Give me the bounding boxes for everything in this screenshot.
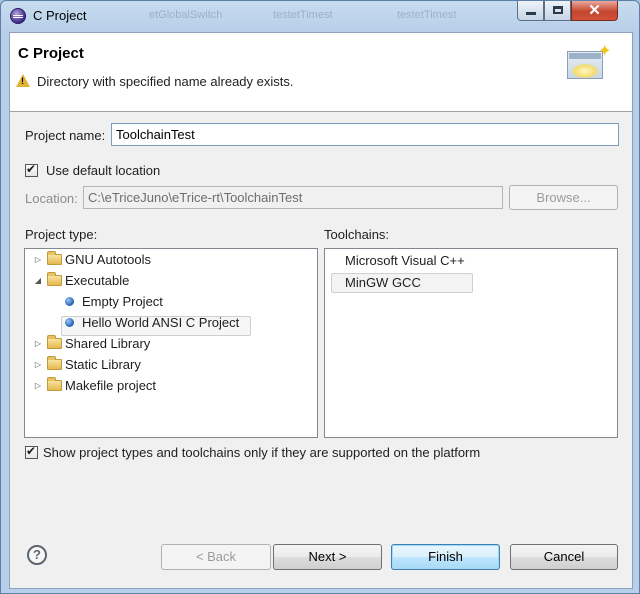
tree-item-static-library[interactable]: ▷ Static Library — [25, 355, 315, 375]
close-icon: ✕ — [588, 2, 601, 19]
filter-supported-checkbox[interactable] — [25, 444, 38, 459]
folder-icon — [47, 335, 62, 349]
tree-item-hello-world[interactable]: Hello World ANSI C Project — [25, 313, 315, 333]
expand-icon[interactable]: ▷ — [33, 250, 43, 270]
toolchain-item-mingw[interactable]: MinGW GCC — [345, 273, 421, 293]
finish-button[interactable]: Finish — [391, 544, 500, 570]
toolchain-item-msvc[interactable]: Microsoft Visual C++ — [345, 251, 465, 271]
minimize-icon — [526, 12, 536, 15]
tree-item-label: Hello World ANSI C Project — [82, 315, 240, 330]
browse-button[interactable]: Browse... — [509, 185, 618, 210]
help-icon[interactable]: ? — [27, 545, 47, 565]
warning-icon: ! — [16, 74, 30, 87]
folder-icon — [47, 377, 62, 391]
tree-item-label: Makefile project — [65, 378, 157, 393]
location-label: Location: — [25, 191, 78, 206]
expand-icon[interactable]: ▷ — [33, 355, 43, 375]
tree-item-label: Empty Project — [82, 294, 163, 309]
project-type-tree[interactable]: ▷ GNU Autotools ◢ Executable Empty Proje… — [24, 248, 318, 438]
tree-item-shared-library[interactable]: ▷ Shared Library — [25, 334, 315, 354]
location-input[interactable] — [83, 186, 503, 209]
project-type-label: Project type: — [25, 227, 98, 242]
page-title: C Project — [18, 45, 84, 62]
tree-item-label: Shared Library — [65, 336, 151, 351]
wizard-banner-icon: ✦ — [567, 43, 611, 83]
status-message: Directory with specified name already ex… — [37, 74, 294, 89]
maximize-button[interactable] — [544, 1, 571, 21]
background-tab: testetTimest — [397, 9, 457, 21]
window-title: C Project — [33, 8, 87, 23]
use-default-location-label: Use default location — [46, 163, 161, 178]
toolchains-label: Toolchains: — [324, 227, 390, 242]
dialog-window: C Project etGlobalSwitch testetTimest te… — [0, 0, 640, 594]
collapse-icon[interactable]: ◢ — [33, 271, 43, 291]
project-name-label: Project name: — [25, 128, 106, 143]
back-button[interactable]: < Back — [161, 544, 271, 570]
tree-item-label: Executable — [65, 273, 130, 288]
expand-icon[interactable]: ▷ — [33, 376, 43, 396]
project-template-icon — [65, 297, 74, 306]
cancel-button[interactable]: Cancel — [510, 544, 618, 570]
minimize-button[interactable] — [517, 1, 544, 21]
tree-item-label: GNU Autotools — [65, 252, 151, 267]
dialog-body: C Project ! Directory with specified nam… — [9, 32, 633, 589]
tree-item-label: Static Library — [65, 357, 141, 372]
background-tab: etGlobalSwitch — [149, 9, 223, 21]
tree-item-empty-project[interactable]: Empty Project — [25, 292, 315, 312]
maximize-icon — [553, 6, 563, 14]
eclipse-icon — [10, 8, 26, 24]
tree-item-gnu-autotools[interactable]: ▷ GNU Autotools — [25, 250, 315, 270]
folder-icon — [47, 356, 62, 370]
project-name-input[interactable] — [111, 123, 619, 146]
background-tab: testetTimest — [273, 9, 333, 21]
tree-item-makefile-project[interactable]: ▷ Makefile project — [25, 376, 315, 396]
project-template-icon — [65, 318, 74, 327]
folder-icon — [47, 251, 62, 265]
use-default-location-checkbox[interactable] — [25, 162, 38, 177]
filter-supported-label: Show project types and toolchains only i… — [43, 445, 481, 460]
tree-item-executable[interactable]: ◢ Executable — [25, 271, 315, 291]
title-bar[interactable]: C Project etGlobalSwitch testetTimest te… — [1, 1, 639, 31]
folder-open-icon — [47, 272, 62, 286]
wizard-header: C Project ! Directory with specified nam… — [10, 33, 632, 112]
toolchains-list[interactable]: Microsoft Visual C++ MinGW GCC — [324, 248, 618, 438]
close-button[interactable]: ✕ — [571, 1, 618, 21]
next-button[interactable]: Next > — [273, 544, 382, 570]
expand-icon[interactable]: ▷ — [33, 334, 43, 354]
